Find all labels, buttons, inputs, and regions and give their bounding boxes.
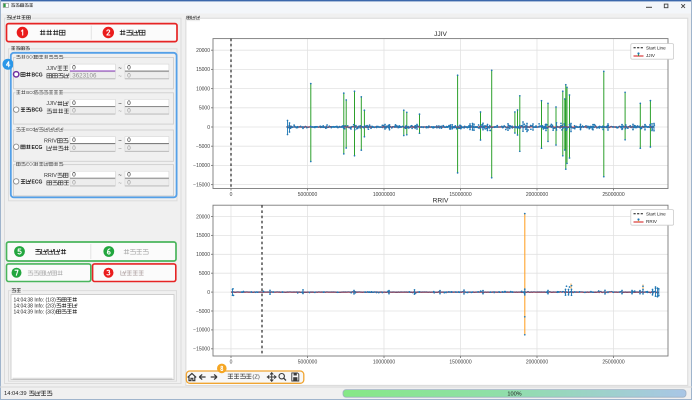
svg-text:20000000: 20000000 [526, 192, 548, 198]
svg-text:0: 0 [127, 100, 131, 107]
svg-text:JJIV: JJIV [46, 101, 57, 107]
svg-text:~: ~ [118, 101, 122, 107]
svg-text:10000: 10000 [196, 252, 210, 258]
svg-text:10000000: 10000000 [373, 192, 395, 198]
svg-text:0: 0 [127, 137, 131, 144]
svg-text:25000000: 25000000 [602, 192, 624, 198]
svg-text:0: 0 [230, 192, 233, 198]
svg-text:14:04:39 Info: (3/3): 14:04:39 Info: (3/3) [14, 310, 57, 316]
svg-text:Start Line: Start Line [646, 212, 666, 217]
svg-text:15000: 15000 [196, 67, 210, 73]
svg-text:0: 0 [207, 125, 210, 131]
svg-text:RRIV: RRIV [646, 219, 658, 224]
svg-text:ECG: ECG [26, 162, 36, 167]
svg-text:−10000: −10000 [193, 163, 210, 169]
svg-text:0: 0 [72, 179, 76, 186]
svg-text:0: 0 [72, 137, 76, 144]
svg-text:~: ~ [118, 181, 122, 187]
svg-text:0: 0 [127, 65, 131, 72]
svg-text:Start Line: Start Line [646, 46, 666, 51]
svg-text:BCG: BCG [32, 108, 43, 114]
svg-text:−15000: −15000 [193, 182, 210, 188]
svg-text:20000: 20000 [196, 48, 210, 54]
svg-text:−15000: −15000 [193, 347, 210, 353]
svg-text:25000000: 25000000 [602, 360, 624, 366]
svg-text:5000000: 5000000 [298, 360, 318, 366]
svg-text:RRIV: RRIV [44, 138, 57, 144]
svg-text:14:04:39: 14:04:39 [4, 391, 27, 397]
svg-text:~: ~ [118, 139, 122, 145]
svg-text:0: 0 [127, 72, 131, 79]
svg-text:15000: 15000 [196, 233, 210, 239]
svg-text:15000000: 15000000 [449, 360, 471, 366]
svg-text:~: ~ [118, 146, 122, 152]
svg-text:~: ~ [118, 66, 122, 72]
svg-text:0: 0 [127, 172, 131, 179]
svg-text:3623106: 3623106 [72, 72, 97, 79]
svg-text:−10000: −10000 [193, 328, 210, 334]
svg-text:−5000: −5000 [196, 309, 210, 315]
svg-text:0: 0 [127, 108, 131, 115]
svg-text:20000000: 20000000 [526, 360, 548, 366]
svg-text:(Z): (Z) [252, 375, 259, 381]
svg-text:5000000: 5000000 [298, 192, 318, 198]
svg-text:~: ~ [118, 173, 122, 179]
svg-text:10000: 10000 [196, 86, 210, 92]
svg-text:5000: 5000 [199, 106, 210, 112]
svg-text:JJIV: JJIV [646, 53, 656, 58]
svg-text:−5000: −5000 [196, 144, 210, 150]
svg-text:20000: 20000 [196, 214, 210, 220]
svg-text:100%: 100% [507, 391, 521, 397]
svg-text:0: 0 [72, 108, 76, 115]
svg-text:0: 0 [72, 172, 76, 179]
svg-text:JJIV: JJIV [46, 66, 57, 72]
svg-text:~: ~ [118, 109, 122, 115]
svg-text:0: 0 [230, 360, 233, 366]
svg-text:RRIV: RRIV [433, 198, 449, 205]
svg-text:0: 0 [72, 100, 76, 107]
svg-text:RRIV: RRIV [44, 173, 57, 179]
svg-text:15000000: 15000000 [449, 192, 471, 198]
svg-text:0: 0 [72, 145, 76, 152]
svg-text:ECG: ECG [32, 180, 43, 186]
svg-text:0: 0 [127, 145, 131, 152]
svg-text:~: ~ [118, 74, 122, 80]
svg-text:0: 0 [127, 179, 131, 186]
svg-text:0: 0 [72, 65, 76, 72]
svg-text:0: 0 [207, 290, 210, 296]
svg-text:ECG: ECG [32, 145, 43, 151]
svg-text:10000000: 10000000 [373, 360, 395, 366]
svg-text:BCG: BCG [32, 72, 43, 78]
svg-text:JJIV: JJIV [434, 31, 447, 38]
svg-text:5000: 5000 [199, 271, 210, 277]
